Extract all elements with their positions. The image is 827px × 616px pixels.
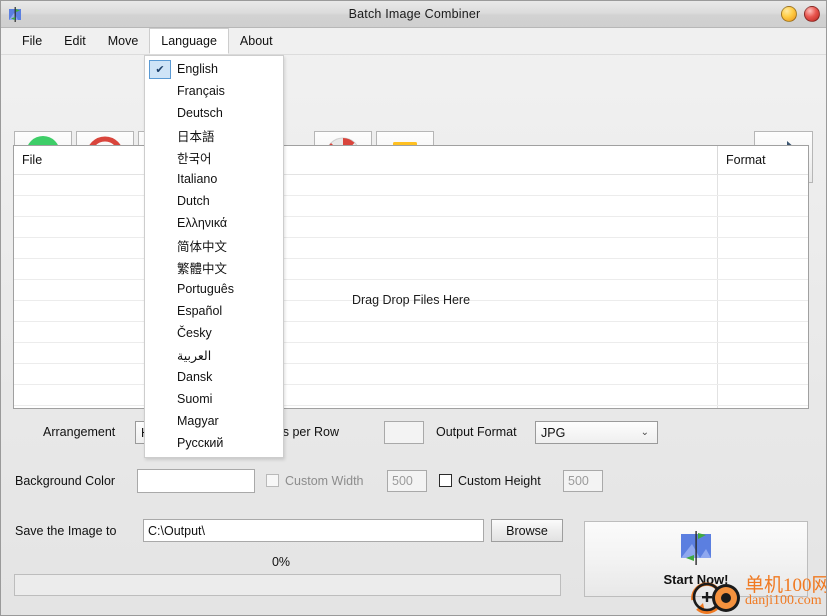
custom-height-label: Custom Height [458,474,541,488]
menu-edit[interactable]: Edit [53,28,97,54]
app-image-icon [7,6,24,23]
language-item-francais[interactable]: Français [145,80,283,102]
drop-files-hint: Drag Drop Files Here [351,293,471,307]
column-header-format[interactable]: Format [717,146,808,174]
language-item-russian[interactable]: Русский [145,432,283,454]
save-path-label: Save the Image to [15,524,117,538]
language-item-traditional-chinese[interactable]: 繁體中文 [145,256,283,278]
save-path-input[interactable]: C:\Output\ [143,519,484,542]
close-button[interactable] [804,6,820,22]
language-item-magyar[interactable]: Magyar [145,410,283,432]
language-item-simplified-chinese[interactable]: 简体中文 [145,234,283,256]
language-item-dutch[interactable]: Dutch [145,190,283,212]
custom-height-checkbox[interactable] [439,474,452,487]
language-item-english[interactable]: ✔ English [145,58,283,80]
language-item-suomi[interactable]: Suomi [145,388,283,410]
custom-width-checkbox[interactable] [266,474,279,487]
language-item-espanol[interactable]: Español [145,300,283,322]
chevron-down-icon: ⌄ [640,427,649,438]
language-item-korean[interactable]: 한국어 [145,146,283,168]
progress-bar [14,574,561,596]
split-image-icon [673,531,719,570]
checkmark-icon: ✔ [149,59,171,79]
window-title: Batch Image Combiner [348,7,481,21]
language-dropdown-menu[interactable]: ✔ English Français Deutsch 日本語 한국어 Itali… [144,55,284,458]
language-item-arabic[interactable]: العربية [145,344,283,366]
language-item-dansk[interactable]: Dansk [145,366,283,388]
start-now-label: Start Now! [663,572,729,587]
title-bar: Batch Image Combiner [1,1,826,28]
language-item-deutsch[interactable]: Deutsch [145,102,283,124]
danji-logo-icon [687,582,745,615]
menu-bar: File Edit Move Language About [1,28,826,55]
menu-language[interactable]: Language [149,28,229,54]
menu-move[interactable]: Move [97,28,150,54]
start-now-button[interactable]: Start Now! [584,521,808,597]
menu-file[interactable]: File [11,28,53,54]
language-item-greek[interactable]: Ελληνικά [145,212,283,234]
output-format-value: JPG [541,425,566,440]
file-list-body[interactable]: Drag Drop Files Here [14,175,808,408]
file-list[interactable]: File Format Drag Drop Files Here [13,145,809,409]
progress-percent-label: 0% [271,555,291,569]
file-list-header: File Format [14,146,808,175]
window-controls [781,6,820,22]
output-format-select[interactable]: JPG ⌄ [535,421,658,444]
language-item-portugues[interactable]: Português [145,278,283,300]
language-item-japanese[interactable]: 日本語 [145,124,283,146]
custom-height-input[interactable]: 500 [563,470,603,492]
column-divider [717,175,718,408]
toolbar [1,55,826,183]
minimize-button[interactable] [781,6,797,22]
background-color-label: Background Color [15,474,116,488]
menu-about[interactable]: About [229,28,284,54]
output-format-label: Output Format [436,425,517,439]
language-item-italiano[interactable]: Italiano [145,168,283,190]
browse-button[interactable]: Browse [491,519,563,542]
column-header-file[interactable]: File [14,146,717,174]
custom-width-label: Custom Width [285,474,364,488]
arrangement-label: Arrangement [43,425,116,439]
background-color-swatch[interactable] [137,469,255,493]
custom-width-input[interactable]: 500 [387,470,427,492]
images-per-row-input[interactable] [384,421,424,444]
application-window: Batch Image Combiner File Edit Move Lang… [0,0,827,616]
language-item-cesky[interactable]: Česky [145,322,283,344]
